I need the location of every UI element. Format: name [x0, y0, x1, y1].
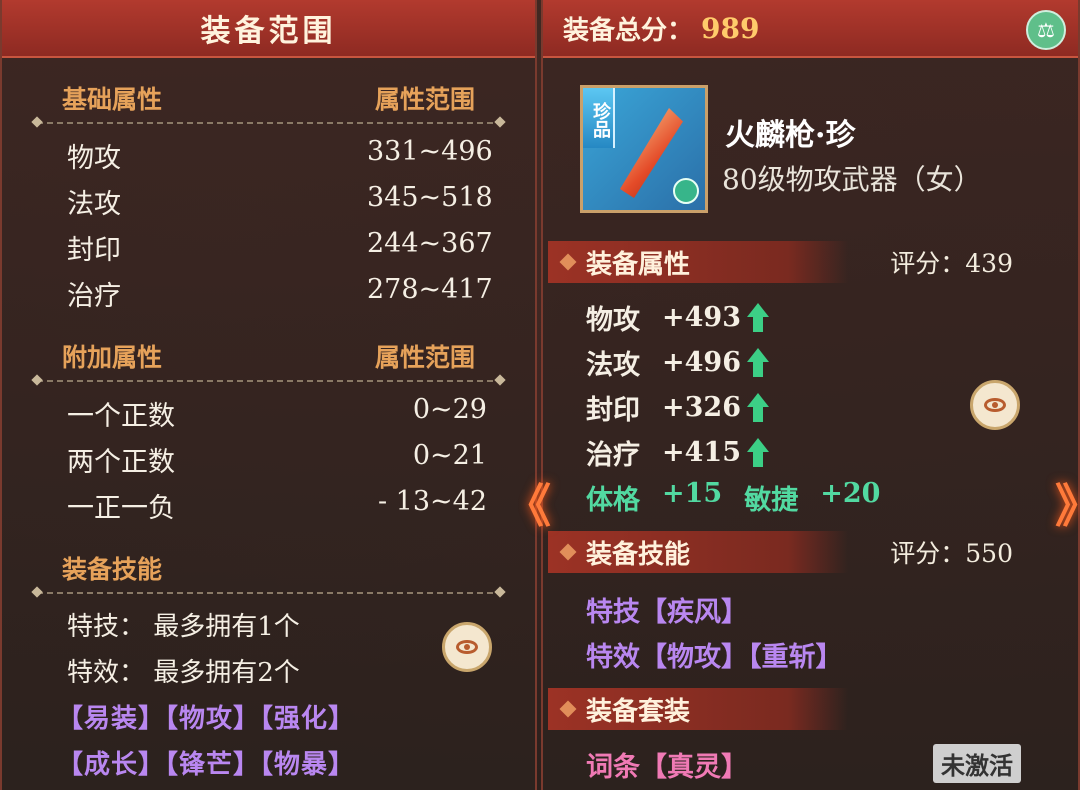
eye-icon [456, 640, 478, 654]
tag-line: 【易装】【物攻】【强化】 [57, 704, 356, 734]
attr-value: +496 [662, 347, 741, 378]
equipment-range-panel: 装备范围 基础属性 属性范围 物攻 331~496 法攻 345~518 封印 … [0, 0, 537, 790]
attr-name: 物攻 [586, 305, 640, 336]
attr-section-header: 装备属性 评分：439 [548, 241, 1073, 283]
attr-range: 331~496 [367, 136, 493, 167]
attr-range: 345~518 [367, 182, 493, 213]
skill-line: 特技： 最多拥有1个 [67, 612, 300, 642]
skill-line: 特效： 最多拥有2个 [67, 658, 300, 688]
bonus-value: +20 [820, 478, 881, 509]
bonus-name: 敏捷 [744, 485, 799, 516]
attr-row: 法攻 +496 [586, 343, 769, 382]
extra-row: 两个正数 0~21 [67, 440, 487, 479]
divider [37, 380, 500, 382]
skill-line: 特技【疾风】 [586, 597, 748, 628]
attr-section-title: 装备属性 [586, 249, 691, 280]
attr-row: 物攻 +493 [586, 298, 769, 337]
next-arrow-button[interactable]: 》 [1055, 470, 1080, 536]
skill-header: 装备技能 [62, 550, 475, 586]
up-arrow-icon [746, 347, 769, 378]
extra-range-label: 属性范围 [374, 343, 475, 372]
prev-arrow-button[interactable]: 《 [505, 470, 551, 536]
set-section-header: 装备套装 [548, 688, 1073, 730]
skill-section-title: 装备技能 [586, 539, 691, 570]
spear-icon [620, 108, 683, 198]
bonus-attrs: 体格 +15 敏捷 +20 [586, 478, 902, 517]
attr-name: 法攻 [67, 189, 121, 220]
base-row: 治疗 278~417 [67, 274, 493, 313]
attr-range: 278~417 [367, 274, 493, 305]
base-row: 封印 244~367 [67, 228, 493, 267]
divider [37, 592, 500, 594]
extra-row: 一个正数 0~29 [67, 394, 487, 433]
set-line: 词条【真灵】 [586, 752, 748, 783]
bonus-name: 体格 [586, 485, 640, 516]
preview-eye-button[interactable] [970, 380, 1020, 430]
bind-badge-icon [673, 178, 699, 204]
attr-section-score: 评分：439 [890, 249, 1013, 278]
skill-line: 特效【物攻】【重斩】 [586, 642, 843, 673]
attr-range: 0~29 [412, 394, 487, 425]
preview-eye-button[interactable] [442, 622, 492, 672]
attr-value: +415 [662, 437, 741, 468]
extra-row: 一正一负 - 13~42 [67, 486, 487, 525]
attr-name: 治疗 [586, 440, 640, 471]
up-arrow-icon [746, 437, 769, 468]
attr-row: 封印 +326 [586, 388, 769, 427]
total-score-value: 989 [701, 11, 760, 45]
extra-attr-header: 附加属性 属性范围 [62, 338, 475, 374]
attr-name: 法攻 [586, 350, 640, 381]
grade-badge: 珍品 [583, 88, 615, 148]
divider [37, 122, 500, 124]
base-row: 物攻 331~496 [67, 136, 493, 175]
base-range-label: 属性范围 [374, 85, 475, 114]
eye-icon [984, 398, 1006, 412]
attr-name: 一个正数 [67, 401, 175, 432]
base-attr-label: 基础属性 [62, 85, 163, 114]
set-section-title: 装备套装 [586, 696, 691, 727]
item-icon[interactable]: 珍品 [580, 85, 708, 213]
set-status-badge: 未激活 [933, 744, 1021, 783]
total-score-header: 装备总分： 989 [543, 0, 1078, 58]
skill-section-score: 评分：550 [890, 539, 1013, 568]
attr-name: 封印 [67, 235, 121, 266]
attr-value: +326 [662, 392, 741, 423]
base-row: 法攻 345~518 [67, 182, 493, 221]
attr-name: 封印 [586, 395, 640, 426]
extra-attr-label: 附加属性 [62, 343, 163, 372]
tag-line: 【成长】【锋芒】【物暴】 [57, 750, 356, 780]
attr-name: 两个正数 [67, 447, 175, 478]
attr-name: 一正一负 [67, 493, 175, 524]
attr-name: 治疗 [67, 281, 121, 312]
attr-range: 0~21 [412, 440, 487, 471]
attr-range: - 13~42 [377, 486, 487, 517]
item-name: 火麟枪·珍 [725, 118, 856, 153]
skill-section-header: 装备技能 评分：550 [548, 531, 1073, 573]
up-arrow-icon [746, 392, 769, 423]
skill-label: 装备技能 [62, 555, 163, 584]
attr-name: 物攻 [67, 143, 121, 174]
base-attr-header: 基础属性 属性范围 [62, 80, 475, 116]
up-arrow-icon [746, 302, 769, 333]
compare-icon[interactable]: ⚖ [1026, 10, 1066, 50]
panel-title: 装备范围 [2, 0, 535, 58]
bonus-value: +15 [662, 478, 723, 509]
total-score-label: 装备总分： [563, 15, 694, 46]
attr-value: +493 [662, 302, 741, 333]
item-subtitle: 80级物攻武器（女） [722, 163, 982, 196]
attr-row: 治疗 +415 [586, 433, 769, 472]
attr-range: 244~367 [367, 228, 493, 259]
